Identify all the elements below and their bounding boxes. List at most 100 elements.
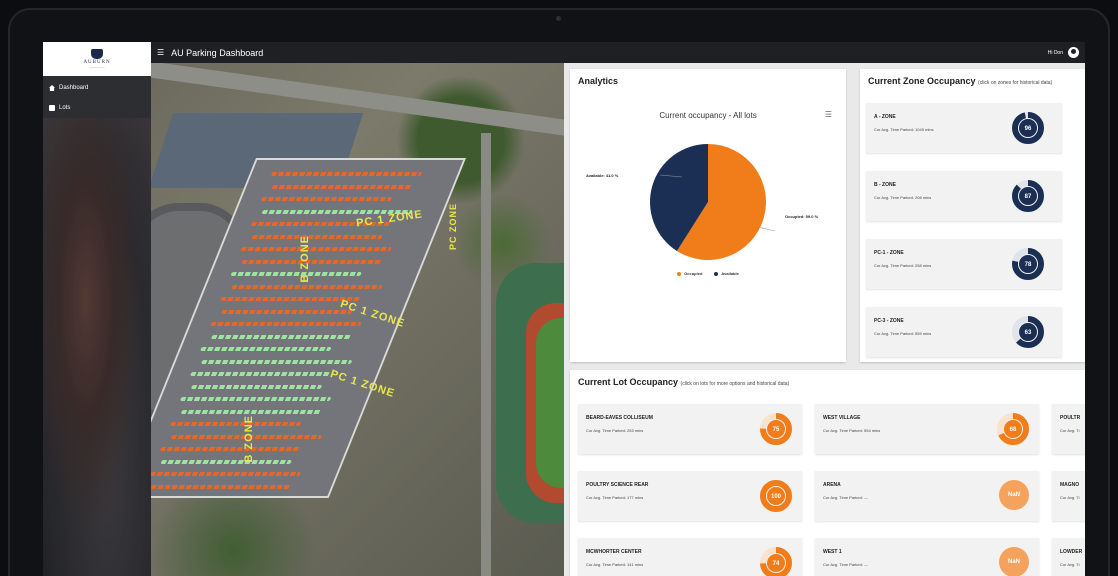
map-road: [481, 133, 491, 576]
top-bar: ☰ AU Parking Dashboard Hi Don: [151, 42, 1085, 63]
avatar-icon[interactable]: [1068, 47, 1079, 58]
zone-avg-time: Cur Avg. Time Parked: 208 mins: [874, 195, 932, 200]
lot-occupancy-ring[interactable]: 68: [995, 411, 1031, 447]
available-label: Available: 41.0 %: [586, 173, 619, 178]
lot-card[interactable]: BEARD-EAVES COLLISEUM Cur Avg. Time Parke…: [578, 404, 802, 454]
zone-card[interactable]: B - ZONE Cur Avg. Time Parked: 208 mins 87: [866, 171, 1062, 221]
lot-card[interactable]: MCWHORTER CENTER Cur Avg. Time Parked: 14…: [578, 538, 802, 576]
lot-card[interactable]: POULTR Cur Avg. Ti: [1052, 404, 1085, 454]
occupancy-pie-chart[interactable]: [570, 109, 846, 309]
zone-card[interactable]: A - ZONE Cur Avg. Time Parked: 1049 mins 9…: [866, 103, 1062, 153]
lot-name: ARENA: [823, 482, 841, 488]
ring-value: 75: [773, 427, 780, 433]
user-menu[interactable]: Hi Don: [1048, 47, 1079, 58]
zone-title-text: Current Zone Occupancy: [868, 76, 976, 86]
lot-card[interactable]: WEST 1 Cur Avg. Time Parked: --- NaN: [815, 538, 1039, 576]
zone-avg-time: Cur Avg. Time Parked: 559 mins: [874, 331, 932, 336]
ring-value: 78: [1025, 262, 1032, 268]
lot-name: BEARD-EAVES COLLISEUM: [586, 415, 653, 421]
parking-stall-row: [169, 422, 302, 426]
zone-label[interactable]: PC ZONE: [448, 203, 458, 250]
parking-stall-row: [179, 397, 332, 401]
zone-occupancy-ring[interactable]: 87: [1010, 178, 1046, 214]
sidebar: AUBURN ————— Dashboard Lots: [43, 42, 151, 576]
zone-card[interactable]: PC-1 - ZONE Cur Avg. Time Parked: 258 min…: [866, 239, 1062, 289]
zone-label[interactable]: B ZONE: [299, 235, 311, 283]
zone-hint: (click on zones for historical data): [978, 80, 1053, 86]
screen: AUBURN ————— Dashboard Lots ☰ AU Parking…: [43, 42, 1085, 576]
parking-stall-row: [221, 309, 353, 314]
ring-value: 100: [771, 494, 782, 500]
parking-stall-row: [271, 184, 414, 189]
lot-avg-time: Cur Avg. Time Parked: ---: [823, 495, 869, 500]
camera-dot: [556, 16, 561, 21]
lot-card[interactable]: ARENA Cur Avg. Time Parked: --- NaN: [815, 471, 1039, 521]
parking-stall-row: [240, 247, 393, 251]
logo-mark-icon: [91, 49, 103, 59]
parking-stall-row: [200, 347, 332, 351]
parking-stall-row: [230, 272, 362, 276]
parking-stall-row: [241, 259, 383, 264]
sidebar-background-photo: [43, 118, 151, 576]
zone-card[interactable]: PC-3 - ZONE Cur Avg. Time Parked: 559 min…: [866, 307, 1062, 357]
analytics-title: Analytics: [578, 76, 619, 86]
sidebar-item-label: Dashboard: [59, 85, 89, 91]
parking-stall-row: [151, 472, 302, 476]
parking-stall-row: [180, 409, 323, 414]
lot-avg-time: Cur Avg. Time Parked: 253 mins: [586, 428, 644, 433]
legend-item[interactable]: Available: [714, 271, 739, 276]
lot-card[interactable]: LOWDER Cur Avg. Ti: [1052, 538, 1085, 576]
zone-occupancy-ring[interactable]: 63: [1010, 314, 1046, 350]
parking-stall-row: [189, 372, 332, 376]
legend-label: Occupied: [684, 271, 703, 276]
zone-occupancy-card: Current Zone Occupancy (click on zones f…: [860, 69, 1085, 362]
lot-card[interactable]: WEST VILLAGE Cur Avg. Time Parked: 554 mi…: [815, 404, 1039, 454]
logo[interactable]: AUBURN —————: [43, 42, 151, 76]
zone-avg-time: Cur Avg. Time Parked: 258 mins: [874, 263, 932, 268]
lot-occupancy-title: Current Lot Occupancy (click on lots for…: [570, 370, 1085, 394]
zone-label[interactable]: B ZONE: [243, 415, 255, 463]
lot-card[interactable]: MAGNO Cur Avg. Ti: [1052, 471, 1085, 521]
lot-occupancy-ring[interactable]: 100: [758, 478, 794, 514]
legend-dot-available: [714, 271, 719, 276]
map-track-field: [526, 303, 564, 503]
app-title: AU Parking Dashboard: [171, 47, 264, 58]
zone-occupancy-ring[interactable]: 96: [1010, 110, 1046, 146]
zone-name: PC-1 - ZONE: [874, 250, 904, 256]
parking-stall-row: [270, 172, 423, 176]
lot-name: MCWHORTER CENTER: [586, 549, 642, 555]
home-icon: [49, 85, 55, 91]
lot-occupancy-nan[interactable]: NaN: [999, 547, 1029, 576]
lot-name: POULTR: [1060, 415, 1081, 421]
lot-card[interactable]: POULTRY SCIENCE REAR Cur Avg. Time Parked…: [578, 471, 802, 521]
zone-name: A - ZONE: [874, 114, 896, 120]
legend-dot-occupied: [677, 271, 682, 276]
legend-item[interactable]: Occupied: [677, 271, 702, 276]
logo-subtext: —————: [89, 65, 105, 69]
hamburger-menu-icon[interactable]: ☰: [157, 48, 164, 57]
parking-stall-row: [210, 322, 362, 326]
parking-stall-row: [211, 334, 353, 339]
zone-occupancy-ring[interactable]: 78: [1010, 246, 1046, 282]
lot-occupancy-ring[interactable]: 74: [758, 545, 794, 576]
ring-value: 63: [1025, 330, 1032, 336]
lot-avg-time: Cur Avg. Time Parked: 177 mins: [586, 495, 644, 500]
lot-occupancy-card: Current Lot Occupancy (click on lots for…: [570, 370, 1085, 576]
analytics-card: Analytics Current occupancy - All lots ☰…: [570, 69, 846, 362]
chart-legend: Occupied Available: [570, 271, 846, 276]
lot-name: WEST 1: [823, 549, 842, 555]
parking-map[interactable]: B ZONE PC 1 ZONE PC 1 ZONE PC 1 ZONE B Z…: [151, 63, 564, 576]
lot-hint: (click on lots for more options and hist…: [680, 381, 790, 387]
sidebar-item-lots[interactable]: Lots: [43, 98, 151, 118]
lot-occupancy-ring[interactable]: 75: [758, 411, 794, 447]
parking-stall-row: [151, 484, 293, 489]
lot-occupancy-nan[interactable]: NaN: [999, 480, 1029, 510]
parking-stall-row: [251, 234, 384, 239]
parking-stall-row: [159, 447, 302, 451]
lot-avg-time: Cur Avg. Time Parked: 554 mins: [823, 428, 881, 433]
lots-icon: [49, 105, 55, 111]
sidebar-item-dashboard[interactable]: Dashboard: [43, 78, 151, 98]
user-greeting: Hi Don: [1047, 49, 1063, 56]
ring-value: 74: [773, 561, 780, 567]
lot-avg-time: Cur Avg. Time Parked: ---: [823, 562, 869, 567]
